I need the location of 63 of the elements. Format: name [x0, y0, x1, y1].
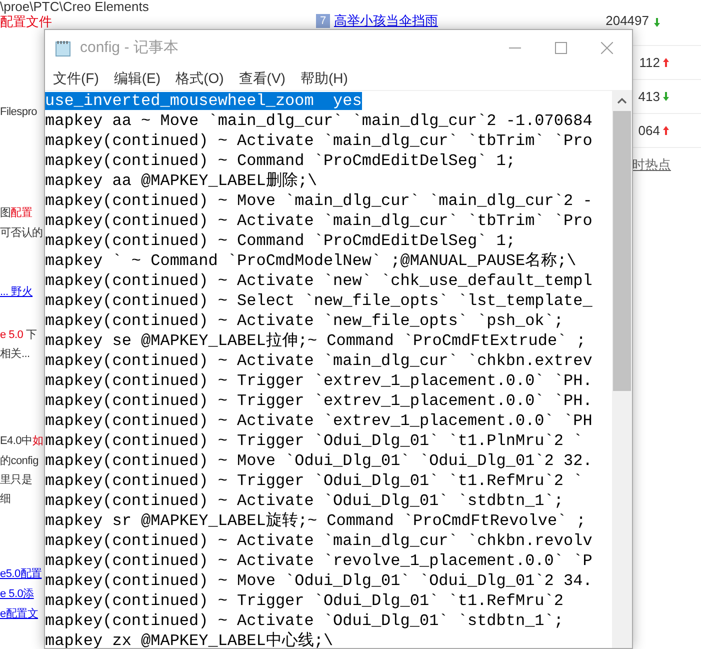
close-icon	[601, 42, 613, 54]
hot-topics-link[interactable]: 时热点	[632, 154, 671, 174]
article-link[interactable]: e配置文	[0, 605, 38, 624]
text-line: mapkey se @MAPKEY_LABEL拉伸;~ Command `ProCmdFtExtrude` ;	[45, 332, 586, 350]
menu-item[interactable]: 编辑(E)	[108, 68, 167, 88]
rank-badge: 7	[316, 14, 330, 28]
article-snippet: 可否认的	[0, 226, 43, 241]
text-line: mapkey(continued) ~ Activate `main_dlg_cur` `tbTrim` `Pro	[45, 212, 592, 230]
text-line: mapkey(continued) ~ Move `Odui_Dlg_01` `Odui_Dlg_01`2 32.	[45, 452, 592, 470]
article-link[interactable]: e5.0配置	[0, 565, 42, 584]
article-snippet: 图配置	[0, 206, 32, 221]
text-line: mapkey(continued) ~ Trigger `extrev_1_placement.0.0` `PH.	[45, 392, 592, 410]
text-line: mapkey(continued) ~ Select `new_file_opts` `lst_template_	[45, 292, 592, 310]
text-line: mapkey(continued) ~ Activate `extrev_1_placement.0.0` `PH	[45, 412, 592, 430]
menu-item[interactable]: 格式(O)	[170, 68, 230, 88]
text-line: mapkey(continued) ~ Activate `new` `chk_use_default_templ	[45, 272, 592, 290]
text-line: mapkey(continued) ~ Move `Odui_Dlg_01` `Odui_Dlg_01`2 34.	[45, 572, 592, 590]
text-line: mapkey(continued) ~ Activate `revolve_1_placement.0.0` `P	[45, 552, 592, 570]
text-line: mapkey(continued) ~ Activate `main_dlg_cur` `tbTrim` `Pro	[45, 132, 592, 150]
text-line: mapkey aa ~ Move `main_dlg_cur` `main_dlg_cur`2 -1.070684	[45, 112, 592, 130]
menu-item[interactable]: 帮助(H)	[294, 68, 354, 88]
text-line: mapkey(continued) ~ Command `ProCmdEditDelSeg` 1;	[45, 152, 516, 170]
window-title: config - 记事本	[80, 38, 178, 58]
text-line: mapkey sr @MAPKEY_LABEL旋转;~ Command `ProCmdFtRevolve` ;	[45, 512, 586, 530]
scroll-up-icon	[617, 98, 627, 104]
text-line: mapkey(continued) ~ Activate `new_file_opts` `psh_ok`;	[45, 312, 564, 330]
text-line: mapkey ` ~ Command `ProCmdModelNew` ;@MANUAL_PAUSE名称;\	[45, 252, 576, 270]
notepad-icon	[54, 39, 72, 57]
article-snippet: E4.0中如	[0, 434, 43, 449]
hit-count: 204497	[606, 14, 649, 28]
article-snippet: 相关...	[0, 346, 30, 362]
text-line: mapkey(continued) ~ Activate `Odui_Dlg_01` `stdbtn_1`;	[45, 492, 564, 510]
minimize-icon	[509, 47, 521, 49]
news-link[interactable]: 高举小孩当伞挡雨	[334, 14, 438, 28]
text-line: mapkey(continued) ~ Command `ProCmdEditDelSeg` 1;	[45, 232, 516, 250]
article-link[interactable]: e 5.0添	[0, 585, 34, 604]
text-line: mapkey zx @MAPKEY_LABEL中心线;\	[45, 632, 334, 648]
scrollbar[interactable]	[612, 91, 632, 648]
article-snippet: e 5.0 下	[0, 328, 37, 343]
maximize-icon	[555, 42, 567, 54]
article-snippet: Filespro	[0, 105, 37, 120]
menu-item[interactable]: 查看(V)	[232, 68, 292, 88]
article-snippet: 细	[0, 492, 11, 507]
text-line: mapkey(continued) ~ Activate `Odui_Dlg_01` `stdbtn_1`;	[45, 612, 564, 630]
hit-count: 112	[639, 54, 660, 72]
scrollbar-thumb[interactable]	[613, 111, 631, 391]
text-line: mapkey(continued) ~ Activate `main_dlg_cur` `chkbn.extrev	[45, 352, 592, 370]
text-line: mapkey(continued) ~ Move `main_dlg_cur` `main_dlg_cur`2 -	[45, 192, 592, 210]
hit-count: 413	[638, 88, 660, 106]
text-line: mapkey(continued) ~ Trigger `Odui_Dlg_01` `t1.RefMru`2 `	[45, 472, 583, 490]
article-snippet: 的config	[0, 454, 38, 469]
text-line: mapkey(continued) ~ Trigger `extrev_1_placement.0.0` `PH.	[45, 372, 592, 390]
hit-count: 064	[638, 122, 660, 140]
text-line: mapkey(continued) ~ Trigger `Odui_Dlg_01` `t1.RefMru`2	[45, 592, 564, 610]
text-line: mapkey(continued) ~ Activate `main_dlg_cur` `chkbn.revolv	[45, 532, 592, 550]
article-snippet: 里只是	[0, 473, 32, 488]
menu-item[interactable]: 文件(F)	[47, 68, 105, 88]
page-heading: 配置文件	[0, 14, 53, 29]
selected-text: use_inverted_mousewheel_zoom yes	[45, 92, 362, 110]
text-line: mapkey(continued) ~ Trigger `Odui_Dlg_01` `t1.PlnMru`2 `	[45, 432, 583, 450]
article-link[interactable]: ... 野火	[0, 283, 33, 302]
folder-path: \proe\PTC\Creo Elements	[0, 0, 150, 14]
text-line: mapkey aa @MAPKEY_LABEL删除;\	[45, 172, 318, 190]
